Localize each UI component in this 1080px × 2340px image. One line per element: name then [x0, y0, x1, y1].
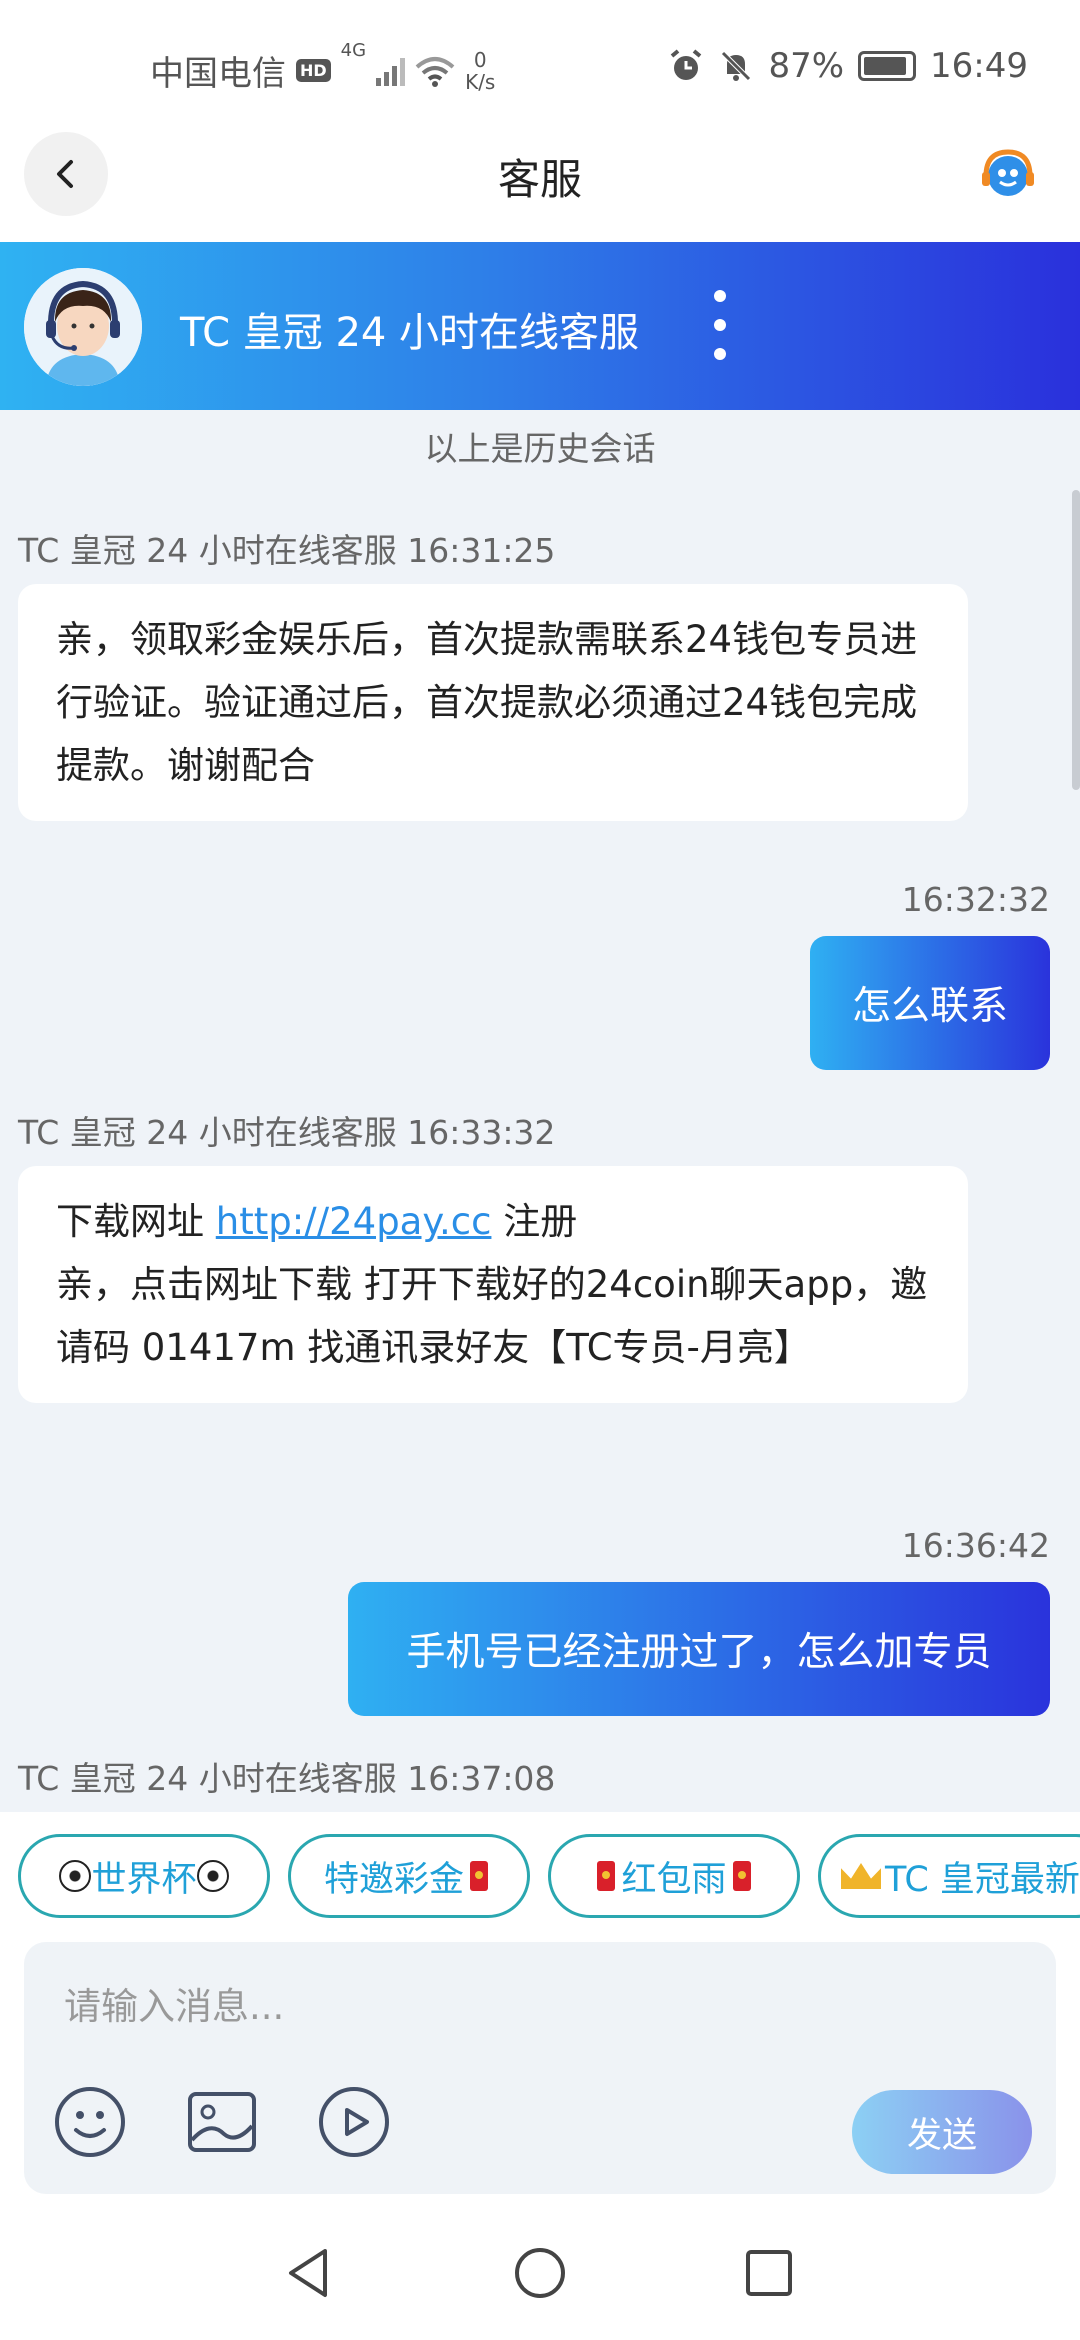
- soccer-ball-icon: [59, 1860, 92, 1892]
- red-envelope-icon: [732, 1861, 751, 1891]
- composer-box: 发送: [24, 1942, 1056, 2194]
- status-left: 中国电信 HD 4G 0 K/s: [150, 40, 495, 95]
- chat-history[interactable]: 以上是历史会话 TC 皇冠 24 小时在线客服 16:31:25 亲，领取彩金娱…: [0, 410, 1080, 1812]
- dot-icon: [714, 290, 726, 302]
- chip-label: TC 皇冠最新: [885, 1859, 1080, 1900]
- soccer-ball-icon: [196, 1860, 229, 1892]
- system-nav-bar: [0, 2216, 1080, 2340]
- signal-icon: [376, 56, 406, 86]
- crown-icon: [841, 1863, 881, 1889]
- battery-icon: [858, 51, 917, 81]
- hd-badge: HD: [296, 59, 331, 82]
- nav-home-button[interactable]: [505, 2238, 575, 2308]
- image-icon[interactable]: [184, 2084, 260, 2160]
- chip-label: 红包雨: [621, 1859, 727, 1900]
- dot-icon: [714, 348, 726, 360]
- agent-message: 下载网址 http://24pay.cc 注册 亲，点击网址下载 打开下载好的2…: [18, 1166, 968, 1403]
- quick-reply-world-cup[interactable]: 世界杯: [18, 1834, 270, 1918]
- message-meta: TC 皇冠 24 小时在线客服 16:33:32: [18, 1113, 556, 1152]
- user-message: 怎么联系: [810, 936, 1050, 1070]
- message-text: 亲，点击网址下载 打开下载好的24coin聊天app，邀请码 01417m 找通…: [56, 1263, 928, 1369]
- download-link[interactable]: http://24pay.cc: [216, 1200, 492, 1243]
- nav-back-button[interactable]: [274, 2238, 344, 2308]
- nav-recents-button[interactable]: [734, 2238, 804, 2308]
- clock: 16:49: [930, 46, 1028, 86]
- customer-service-icon[interactable]: [980, 146, 1036, 202]
- quick-reply-bar[interactable]: 世界杯 特邀彩金 红包雨 TC 皇冠最新: [0, 1812, 1080, 1928]
- user-message: 手机号已经注册过了，怎么加专员: [348, 1582, 1050, 1716]
- agent-header: TC 皇冠 24 小时在线客服: [0, 242, 1080, 410]
- alarm-icon: [671, 49, 702, 80]
- scrollbar[interactable]: [1072, 490, 1080, 790]
- message-meta: TC 皇冠 24 小时在线客服 16:37:08: [18, 1759, 556, 1798]
- history-note: 以上是历史会话: [424, 429, 656, 468]
- circle-home-icon: [515, 2248, 565, 2298]
- network-speed: 0 K/s: [465, 49, 495, 93]
- dot-icon: [714, 319, 726, 331]
- red-envelope-icon: [597, 1861, 616, 1891]
- emoji-icon[interactable]: [52, 2084, 128, 2160]
- status-right: 87% 16:49: [668, 46, 1028, 86]
- agent-avatar: [24, 268, 142, 386]
- quick-reply-bonus[interactable]: 特邀彩金: [288, 1834, 530, 1918]
- network-type: 4G: [340, 40, 367, 61]
- quick-reply-red-packet-rain[interactable]: 红包雨: [548, 1834, 800, 1918]
- message-text: 注册: [503, 1200, 578, 1243]
- page-title: 客服: [497, 155, 582, 204]
- wifi-icon: [415, 56, 455, 87]
- carrier-name: 中国电信: [150, 54, 286, 94]
- red-envelope-icon: [470, 1861, 488, 1891]
- agent-message: 亲，领取彩金娱乐后，首次提款需联系24钱包专员进行验证。验证通过后，首次提款必须…: [18, 584, 968, 821]
- more-options-button[interactable]: [700, 290, 740, 360]
- battery-percent: 87%: [768, 46, 845, 86]
- speed-value: 0: [473, 47, 487, 72]
- agent-name: TC 皇冠 24 小时在线客服: [180, 310, 640, 356]
- message-meta: TC 皇冠 24 小时在线客服 16:31:25: [18, 531, 556, 570]
- triangle-back-icon: [289, 2249, 327, 2297]
- message-line: 下载网址 http://24pay.cc 注册: [56, 1190, 930, 1253]
- message-input[interactable]: [64, 1976, 864, 2036]
- agent-avatar-icon: [24, 268, 142, 386]
- message-time: 16:36:42: [901, 1526, 1050, 1565]
- speed-unit: K/s: [465, 69, 496, 94]
- composer: 发送: [0, 1928, 1080, 2216]
- title-bar: 客服: [0, 128, 1080, 242]
- chip-label: 世界杯: [91, 1859, 197, 1900]
- mute-bell-icon: [721, 51, 752, 81]
- quick-reply-tc-latest[interactable]: TC 皇冠最新: [818, 1834, 1080, 1918]
- status-bar: 中国电信 HD 4G 0 K/s 87% 16:49: [0, 0, 1080, 128]
- square-recents-icon: [746, 2250, 792, 2296]
- message-text: 下载网址: [56, 1200, 204, 1243]
- message-time: 16:32:32: [901, 880, 1050, 919]
- video-play-icon[interactable]: [316, 2084, 392, 2160]
- chip-label: 特邀彩金: [323, 1859, 464, 1900]
- send-button[interactable]: 发送: [852, 2090, 1032, 2174]
